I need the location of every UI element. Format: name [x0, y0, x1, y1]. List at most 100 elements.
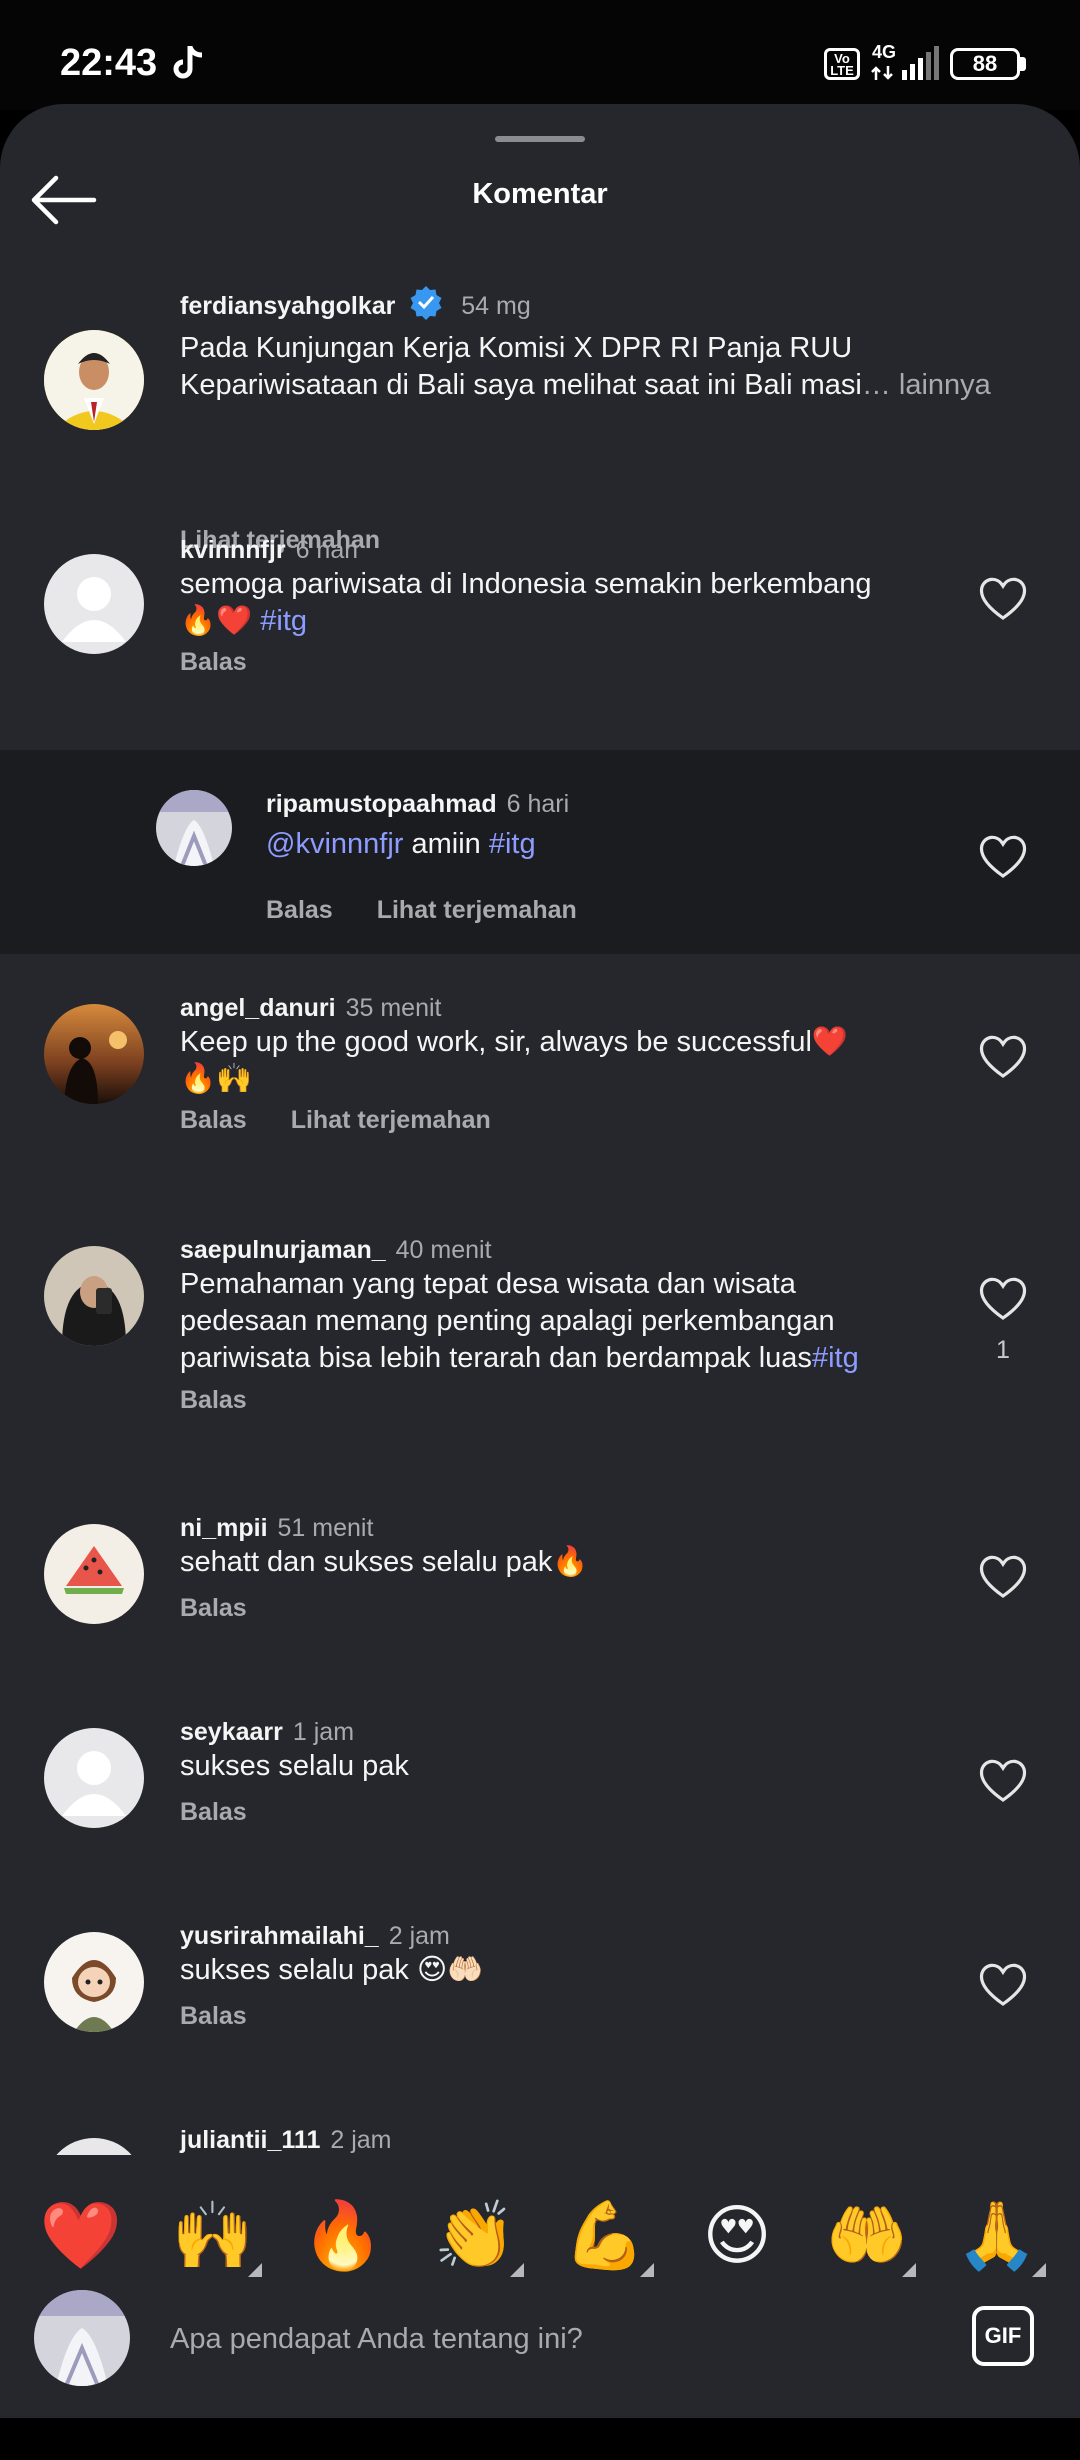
avatar[interactable]	[44, 1246, 144, 1346]
reply-button[interactable]: Balas	[180, 1594, 247, 1622]
comment-username[interactable]: angel_danuri	[180, 994, 336, 1022]
comment-text: Pada Kunjungan Kerja Komisi X DPR RI Pan…	[180, 330, 1060, 404]
emoji-heart-eyes-button[interactable]: 😍	[692, 2191, 782, 2281]
comment-time: 40 menit	[395, 1236, 492, 1264]
emoji-raised-hands-button[interactable]: 🙌	[168, 2191, 258, 2281]
network-label: 4G	[872, 42, 897, 62]
emoji-clap-button[interactable]: 👏	[430, 2191, 520, 2281]
comment-text-line: sukses selalu pak	[180, 1750, 409, 1782]
comment-input[interactable]	[170, 2316, 930, 2362]
hashtag-link[interactable]: #itg	[489, 828, 536, 860]
more-link[interactable]: … lainnya	[862, 369, 991, 401]
emoji-fire-button[interactable]: 🔥	[298, 2191, 388, 2281]
comment-text: semoga pariwisata di Indonesia semakin b…	[180, 566, 1000, 640]
comment-text-line: Pada Kunjungan Kerja Komisi X DPR RI Pan…	[180, 332, 853, 364]
comment-actions: Balas	[180, 1594, 291, 1623]
comment-username[interactable]: yusrirahmailahi_	[180, 1922, 379, 1950]
comment-text-line: semoga pariwisata di Indonesia semakin b…	[180, 568, 872, 600]
comment-text: @kvinnnfjr amiin #itg	[266, 826, 966, 863]
comment-time: 54 mg	[461, 292, 531, 320]
translate-link[interactable]: Lihat terjemahan	[291, 1106, 491, 1134]
comment-text-part: amiin	[403, 828, 489, 860]
translate-link[interactable]: Lihat terjemahan	[377, 896, 577, 924]
avatar[interactable]	[156, 790, 232, 866]
hashtag-link[interactable]: #itg	[260, 605, 307, 637]
emoji-pray-button[interactable]: 🙏	[952, 2191, 1042, 2281]
comment-text-line: Kepariwisataan di Bali saya melihat saat…	[180, 367, 1060, 404]
comment-text-part: Kepariwisataan di Bali saya melihat saat…	[180, 369, 862, 401]
heart-icon[interactable]	[978, 1758, 1028, 1804]
comment-username[interactable]: saepulnurjaman_	[180, 1236, 386, 1264]
comment-username[interactable]: seykaarr	[180, 1718, 283, 1746]
heart-icon[interactable]	[978, 1276, 1028, 1322]
comment-header: seykaarr 1 jam	[180, 1718, 354, 1747]
my-avatar	[34, 2290, 130, 2386]
comment-time: 35 menit	[345, 994, 442, 1022]
comment-header: ferdiansyahgolkar 54 mg	[180, 284, 531, 321]
comment-header: yusrirahmailahi_ 2 jam	[180, 1922, 450, 1951]
comment-actions: Balas Lihat terjemahan	[180, 1106, 535, 1135]
comment-text-line: sukses selalu pak 😍🤲🏻	[180, 1954, 484, 1986]
comment-text-line: pariwisata bisa lebih terarah dan berdam…	[180, 1340, 1000, 1377]
comment-username[interactable]: kvinnnfjr	[180, 536, 286, 564]
comment-text: Pemahaman yang tepat desa wisata dan wis…	[180, 1266, 1000, 1377]
comment-emoji: 🔥❤️	[180, 605, 253, 637]
reply-button[interactable]: Balas	[180, 1798, 247, 1826]
heart-icon[interactable]	[978, 1554, 1028, 1600]
comment-text: sukses selalu pak	[180, 1748, 1000, 1785]
comment-username[interactable]: ferdiansyahgolkar	[180, 292, 395, 320]
comment-username[interactable]: ripamustopaahmad	[266, 790, 497, 818]
avatar-default[interactable]	[44, 554, 144, 654]
avatar-default[interactable]	[44, 1728, 144, 1828]
reply-button[interactable]: Balas	[180, 1106, 247, 1134]
comment-header: angel_danuri 35 menit	[180, 994, 441, 1023]
skin-tone-indicator-icon	[248, 2263, 262, 2277]
battery-level: 88	[972, 51, 998, 76]
battery-tip	[1020, 57, 1026, 71]
comment-username[interactable]: ni_mpii	[180, 1514, 268, 1542]
hashtag-link[interactable]: #itg	[812, 1342, 859, 1374]
skin-tone-indicator-icon	[902, 2263, 916, 2277]
comment-text-line: 🔥❤️ #itg	[180, 603, 1000, 640]
status-time: 22:43	[60, 42, 158, 84]
drag-handle[interactable]	[495, 136, 585, 142]
reply-button[interactable]: Balas	[180, 1386, 247, 1414]
comment-text: Keep up the good work, sir, always be su…	[180, 1024, 1000, 1098]
avatar[interactable]	[44, 1932, 144, 2032]
emoji-palms-up-button[interactable]: 🤲	[822, 2191, 912, 2281]
comment-time: 6 hari	[506, 790, 570, 818]
page-title: Komentar	[472, 178, 608, 210]
mention-link[interactable]: @kvinnnfjr	[266, 828, 403, 860]
like-count: 1	[996, 1336, 1010, 1364]
reply-button[interactable]: Balas	[180, 2002, 247, 2030]
comment-time: 2 jam	[388, 1922, 450, 1950]
tiktok-icon	[173, 45, 203, 79]
avatar[interactable]	[44, 330, 144, 430]
skin-tone-indicator-icon	[640, 2263, 654, 2277]
heart-icon[interactable]	[978, 834, 1028, 880]
caption-comment: ferdiansyahgolkar 54 mg Pada Kunjungan K…	[0, 264, 1080, 554]
comment-text: sukses selalu pak 😍🤲🏻	[180, 1952, 1000, 1989]
emoji-muscle-button[interactable]: 💪	[560, 2191, 650, 2281]
comment-text-line: Pemahaman yang tepat desa wisata dan wis…	[180, 1268, 796, 1300]
skin-tone-indicator-icon	[510, 2263, 524, 2277]
comment-item: angel_danuri 35 menit Keep up the good wo…	[0, 994, 1080, 1194]
reply-comment-item: ripamustopaahmad 6 hari @kvinnnfjr amiin …	[0, 750, 1080, 954]
comment-actions: Balas	[180, 648, 291, 677]
comment-item: yusrirahmailahi_ 2 jam sukses selalu pak …	[0, 1922, 1080, 2102]
comment-header: ripamustopaahmad 6 hari	[266, 790, 569, 819]
avatar[interactable]	[44, 1004, 144, 1104]
avatar[interactable]	[44, 1524, 144, 1624]
skin-tone-indicator-icon	[1032, 2263, 1046, 2277]
comment-actions: Balas	[180, 1386, 291, 1415]
heart-icon[interactable]	[978, 576, 1028, 622]
comment-item: ni_mpii 51 menit sehatt dan sukses selalu…	[0, 1514, 1080, 1694]
reply-button[interactable]: Balas	[266, 896, 333, 924]
gif-button[interactable]: GIF	[972, 2306, 1034, 2366]
volte-icon: Vo LTE	[824, 48, 860, 80]
heart-icon[interactable]	[978, 1962, 1028, 2008]
heart-icon[interactable]	[978, 1034, 1028, 1080]
comment-username[interactable]: juliantii_111	[180, 2126, 320, 2154]
emoji-heart-button[interactable]: ❤️	[36, 2191, 126, 2281]
reply-button[interactable]: Balas	[180, 648, 247, 676]
